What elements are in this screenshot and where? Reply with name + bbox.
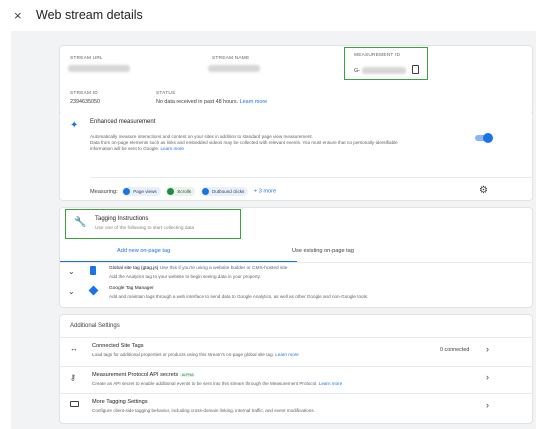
connected-tags-title: Connected Site Tags xyxy=(92,343,144,349)
enhanced-learn-more-link[interactable]: Learn more xyxy=(160,146,184,151)
stream-url-value xyxy=(68,65,130,72)
gtm-title: Google Tag Manager xyxy=(109,286,154,291)
copy-icon[interactable] xyxy=(412,65,419,74)
measurement-id-label: MEASUREMENT ID xyxy=(354,53,401,58)
option-gtm[interactable]: ⌄ Google Tag Manager Add and maintain ta… xyxy=(60,285,532,306)
chevron-down-icon[interactable]: ⌄ xyxy=(68,287,75,296)
connected-count: 0 connected xyxy=(440,347,470,353)
wrench-icon: 🔧 xyxy=(74,217,87,228)
tab-add-new-tag[interactable]: Add new on-page tag xyxy=(117,248,170,254)
chevron-right-icon[interactable]: › xyxy=(486,372,489,382)
enhanced-measurement-card: ✦ Enhanced measurement Automatically mea… xyxy=(59,111,533,201)
tag-icon xyxy=(90,266,96,275)
protocol-learn-more[interactable]: Learn more xyxy=(319,381,343,386)
more-measurements-link[interactable]: + 3 more xyxy=(254,189,276,195)
protocol-title: Measurement Protocol API secrets ALPHA xyxy=(92,372,196,378)
row-measurement-protocol[interactable]: ⚷ Measurement Protocol API secrets ALPHA… xyxy=(60,366,532,393)
chip-scrolls: Scrolls xyxy=(166,187,196,196)
tab-use-existing-tag[interactable]: Use existing on-page tag xyxy=(292,248,354,254)
measurement-id-highlight xyxy=(344,47,428,80)
row-more-tagging-settings[interactable]: More Tagging Settings Configure client-s… xyxy=(60,393,532,421)
gtm-icon xyxy=(88,285,99,296)
chip-page-views: Page views xyxy=(122,187,161,196)
additional-settings-card: Additional Settings ↔ Connected Site Tag… xyxy=(59,314,533,424)
gear-icon[interactable]: ⚙ xyxy=(479,185,488,196)
gtag-desc: Add the Analytics tag to your website to… xyxy=(109,274,261,279)
status-label: STATUS xyxy=(156,91,176,96)
stream-url-label: STREAM URL xyxy=(70,56,103,61)
stream-id-label: STREAM ID xyxy=(70,91,98,96)
page-title: Web stream details xyxy=(36,8,143,22)
top-bar: × Web stream details xyxy=(0,0,547,30)
enhanced-description: Automatically measure interactions and c… xyxy=(90,134,398,152)
row-connected-site-tags[interactable]: ↔ Connected Site Tags Load tags for addi… xyxy=(60,337,532,366)
status-value: No data received in past 48 hours. Learn… xyxy=(156,99,268,105)
scroll-icon xyxy=(167,188,175,195)
status-learn-more-link[interactable]: Learn more xyxy=(240,99,268,105)
alpha-badge: ALPHA xyxy=(179,373,196,377)
connected-tags-learn-more[interactable]: Learn more xyxy=(275,352,299,357)
additional-settings-title: Additional Settings xyxy=(70,323,120,329)
key-icon: ⚷ xyxy=(70,373,76,382)
tagging-title: Tagging Instructions xyxy=(95,216,149,222)
tagging-subtitle: Use one of the following to start collec… xyxy=(95,226,195,231)
details-panel: STREAM URL STREAM NAME MEASUREMENT ID G-… xyxy=(11,31,536,429)
measurement-id-value xyxy=(362,67,406,74)
protocol-desc: Create an API secret to enable additiona… xyxy=(92,381,343,386)
gtag-title: Global site tag (gtag.js) Use this if yo… xyxy=(109,266,288,271)
chevron-right-icon[interactable]: › xyxy=(486,344,489,354)
measuring-label: Measuring: xyxy=(90,188,118,195)
tagging-instructions-card: 🔧 Tagging Instructions Use one of the fo… xyxy=(59,207,533,308)
label-icon xyxy=(70,401,79,407)
enhanced-title: Enhanced measurement xyxy=(90,119,156,125)
stream-name-value xyxy=(208,65,260,72)
tagging-highlight xyxy=(65,209,241,239)
measuring-row: Measuring: Page views Scrolls Outbound c… xyxy=(90,187,276,196)
connected-tags-desc: Load tags for additional properties or p… xyxy=(92,352,299,357)
measurement-id-prefix: G- xyxy=(354,68,360,74)
chevron-down-icon[interactable]: ⌄ xyxy=(68,267,75,276)
sparkle-icon: ✦ xyxy=(70,120,79,131)
option-gtag[interactable]: ⌄ Global site tag (gtag.js) Use this if … xyxy=(60,266,532,286)
chevron-right-icon[interactable]: › xyxy=(486,400,489,410)
arrows-icon: ↔ xyxy=(70,344,78,353)
stream-id-value: 2394635050 xyxy=(70,99,100,105)
close-icon[interactable]: × xyxy=(14,8,28,23)
enhanced-toggle[interactable] xyxy=(475,133,493,143)
gtm-desc: Add and maintain tags through a web inte… xyxy=(109,294,369,299)
more-tagging-title: More Tagging Settings xyxy=(92,399,148,405)
cursor-icon xyxy=(201,188,209,195)
eye-icon xyxy=(123,188,131,195)
stream-name-label: STREAM NAME xyxy=(212,56,250,61)
chip-outbound-clicks: Outbound clicks xyxy=(200,187,249,196)
more-tagging-desc: Configure client-side tagging behavior, … xyxy=(92,408,315,413)
